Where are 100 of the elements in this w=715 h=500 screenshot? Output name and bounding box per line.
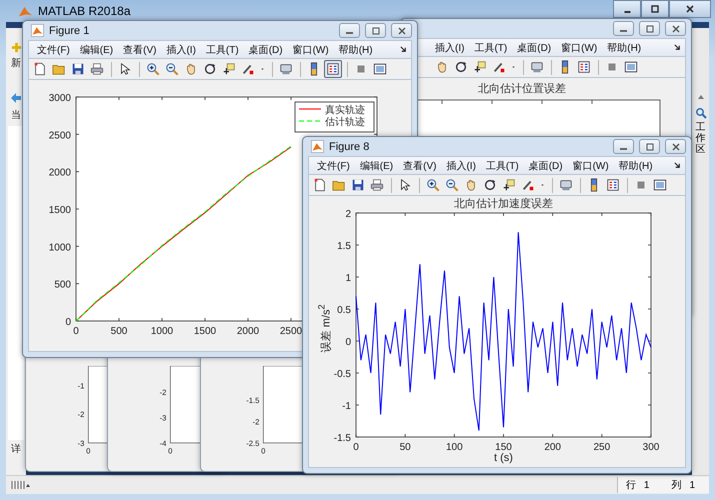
tick-label: -4 xyxy=(160,439,166,448)
dock-arrow-icon[interactable] xyxy=(674,44,681,51)
tick-label: -2 xyxy=(160,388,166,398)
minimize-button[interactable] xyxy=(613,21,634,36)
close-button[interactable] xyxy=(391,23,412,38)
toolstrip-label: 新 xyxy=(11,56,21,70)
back-arrow-icon[interactable] xyxy=(10,92,22,104)
tick-label: 1500 xyxy=(48,205,71,216)
zoom-out-icon[interactable] xyxy=(163,60,181,78)
axis-label: t (s) xyxy=(494,452,513,464)
minimize-button[interactable] xyxy=(339,23,360,38)
search-icon[interactable] xyxy=(694,107,706,119)
menu-item[interactable]: 编辑(E) xyxy=(356,158,398,172)
maximize-button[interactable] xyxy=(639,21,660,36)
column-value: 1 xyxy=(689,480,695,490)
tick-label: 1.5 xyxy=(337,241,351,252)
tick-label: -1 xyxy=(78,381,84,390)
peak-logo-icon xyxy=(311,140,324,153)
chart-title: 北向估计加速度误差 xyxy=(454,197,553,210)
close-icon xyxy=(670,142,680,152)
zoom-out-icon[interactable] xyxy=(443,176,461,194)
menu-item[interactable]: 工具(T) xyxy=(202,42,243,56)
tick-label: -2 xyxy=(252,417,260,426)
tick-label: 500 xyxy=(110,326,128,337)
tick-label: 0 xyxy=(168,446,172,456)
tick-label: -3 xyxy=(160,414,166,423)
zoom-in-icon[interactable] xyxy=(144,60,162,78)
legend-icon[interactable] xyxy=(324,60,342,78)
panel-label: 当 xyxy=(11,108,21,122)
tick-label: 0 xyxy=(353,442,359,453)
menu-item[interactable]: 查看(V) xyxy=(119,42,160,56)
tick-label: -0.5 xyxy=(334,369,351,380)
tick-label: 0.5 xyxy=(337,305,351,316)
zoom-in-icon[interactable] xyxy=(424,176,442,194)
close-icon xyxy=(685,4,695,14)
maximize-icon xyxy=(644,142,654,152)
tick-label: 0 xyxy=(261,446,266,456)
panel-tab[interactable]: 工作区 xyxy=(696,122,706,155)
menu-item[interactable]: 帮助(H) xyxy=(334,42,377,56)
tick-label: -1 xyxy=(342,401,351,412)
menu-item[interactable]: 插入(I) xyxy=(442,158,480,172)
row-label: 行 xyxy=(626,479,636,492)
tick-label: 1000 xyxy=(48,242,71,254)
menu-item[interactable]: 桌面(D) xyxy=(244,42,287,56)
peak-logo-icon xyxy=(31,24,44,37)
tick-label: 1 xyxy=(345,273,351,284)
menu-item[interactable]: 文件(F) xyxy=(33,42,74,56)
menu-item[interactable]: 文件(F) xyxy=(313,158,354,172)
minimize-icon xyxy=(346,32,353,34)
chart-title: 北向估计位置误差 xyxy=(478,82,566,95)
menu-item[interactable]: 窗口(W) xyxy=(557,40,602,54)
tick-label: 0 xyxy=(86,446,90,456)
grip-icon[interactable] xyxy=(10,480,30,490)
minimize-button[interactable] xyxy=(613,139,634,154)
menu-item[interactable]: 插入(I) xyxy=(431,40,468,54)
menu-item[interactable]: 工具(T) xyxy=(470,40,512,54)
close-icon xyxy=(670,24,680,34)
window-title: Figure 8 xyxy=(329,140,370,152)
minimize-button[interactable] xyxy=(613,0,641,18)
tick-label: -1.5 xyxy=(246,396,260,405)
menu-item[interactable]: 桌面(D) xyxy=(513,40,556,54)
tick-label: 0 xyxy=(65,317,71,328)
tick-label: 0 xyxy=(345,337,351,348)
tick-label: -1.5 xyxy=(334,433,351,444)
dock-arrow-icon[interactable] xyxy=(674,162,681,169)
close-button[interactable] xyxy=(665,139,686,154)
tick-label: 2500 xyxy=(280,326,302,337)
menu-item[interactable]: 窗口(W) xyxy=(288,42,333,56)
menu-item[interactable]: 插入(I) xyxy=(162,42,200,56)
column-label: 列 xyxy=(671,479,682,492)
tick-label: 100 xyxy=(446,442,463,453)
tick-label: 2000 xyxy=(236,326,260,337)
menu-item[interactable]: 帮助(H) xyxy=(614,158,657,172)
tick-label: 2500 xyxy=(48,130,71,142)
close-button[interactable] xyxy=(665,21,686,36)
tick-label: 3000 xyxy=(48,93,71,104)
dock-arrow-icon[interactable] xyxy=(400,46,407,53)
close-button[interactable] xyxy=(669,0,711,18)
minimize-icon xyxy=(620,148,627,150)
panel-label: 详 xyxy=(11,442,21,456)
window-title: MATLAB R2018a xyxy=(38,4,130,18)
tick-label: -2 xyxy=(78,410,84,420)
tick-label: 300 xyxy=(642,442,660,453)
menu-item[interactable]: 工具(T) xyxy=(482,158,523,172)
menu-item[interactable]: 编辑(E) xyxy=(76,42,118,56)
menu-item[interactable]: 帮助(H) xyxy=(603,40,646,54)
maximize-button[interactable] xyxy=(641,0,669,18)
menu-item[interactable]: 窗口(W) xyxy=(568,158,613,172)
tick-label: 1000 xyxy=(150,326,174,337)
tick-label: 50 xyxy=(400,442,411,453)
legend-label: 估计轨迹 xyxy=(325,117,365,128)
tick-label: -3 xyxy=(78,439,84,448)
minimize-icon xyxy=(620,30,627,32)
tick-label: -2.5 xyxy=(246,439,260,448)
legend-line-sample xyxy=(298,108,322,110)
maximize-button[interactable] xyxy=(639,139,660,154)
tick-label: 2000 xyxy=(48,168,71,179)
menu-item[interactable]: 查看(V) xyxy=(399,158,440,172)
menu-item[interactable]: 桌面(D) xyxy=(524,158,567,172)
maximize-button[interactable] xyxy=(365,23,386,38)
